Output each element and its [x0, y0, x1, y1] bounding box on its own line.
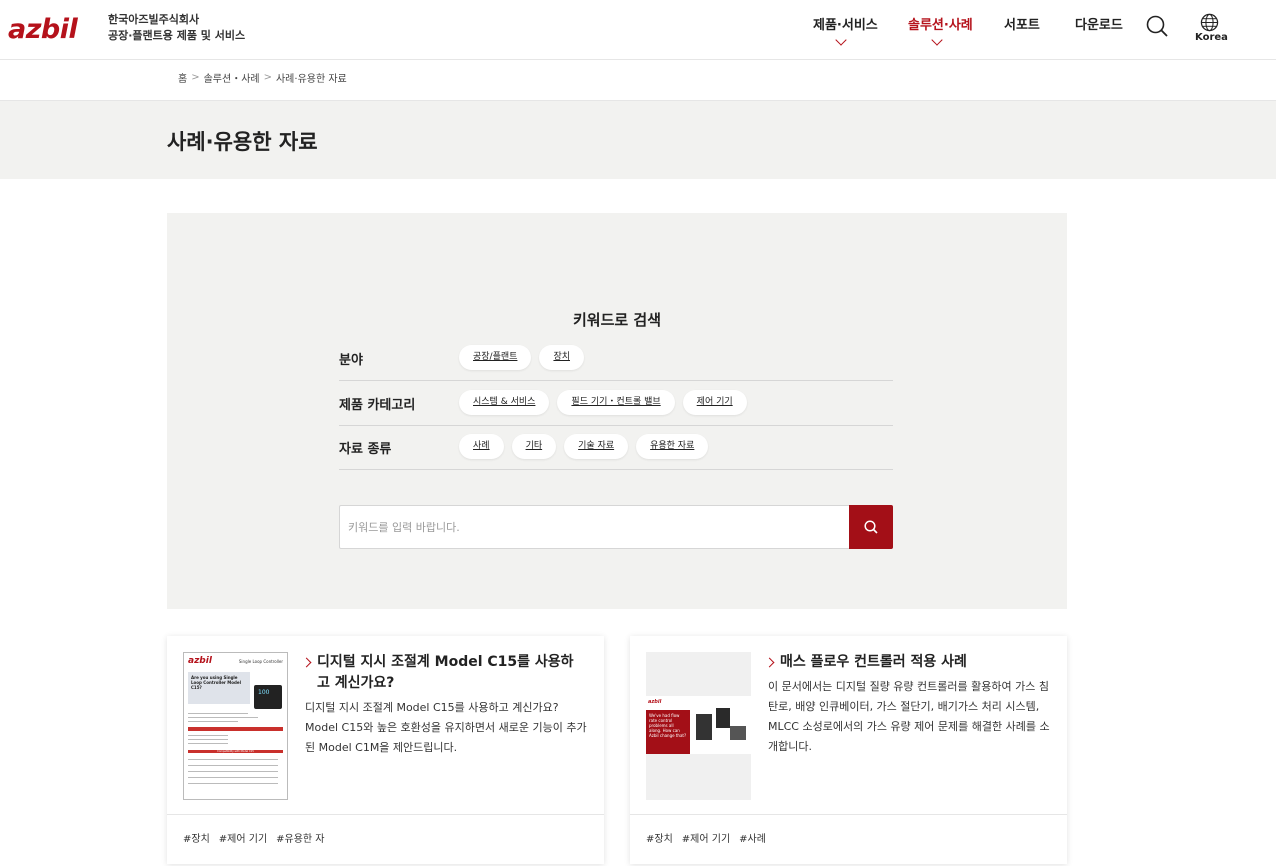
breadcrumb-solutions[interactable]: 솔루션・사례: [204, 70, 260, 85]
thumb-text-line: [188, 735, 228, 736]
card-tags: #장치 #제어 기기 #사례: [646, 830, 766, 845]
card-title[interactable]: 디지털 지시 조절계 Model C15를 사용하고 계신가요?: [303, 652, 583, 694]
tag[interactable]: #유용한 자: [276, 830, 324, 845]
chevron-right-icon: >: [263, 72, 272, 83]
controller-device-image: 100: [254, 685, 282, 709]
divider: [167, 814, 604, 815]
tag[interactable]: #장치: [183, 830, 210, 845]
language-label[interactable]: Korea: [1195, 32, 1228, 43]
thumb-text-line: [188, 713, 248, 714]
thumb-headline-box: Are you using Single Loop Controller Mod…: [188, 672, 250, 704]
chip-field-devices[interactable]: 필드 기기・컨트롤 밸브: [557, 390, 675, 415]
search-heading: 키워드로 검색: [572, 311, 662, 329]
nav-support[interactable]: 서포트: [1004, 14, 1040, 33]
divider: [630, 814, 1067, 815]
thumb-text-line: [188, 717, 258, 718]
thumb-logo: azbil: [188, 656, 212, 666]
search-icon[interactable]: [1146, 15, 1168, 37]
nav-download[interactable]: 다운로드: [1075, 14, 1123, 33]
card-thumbnail[interactable]: azbil Single Loop Controller Are you usi…: [183, 652, 288, 800]
flow-controller-image: [730, 726, 746, 740]
card-thumbnail[interactable]: azbil We've had flow rate control proble…: [646, 652, 751, 800]
card-description: 디지털 지시 조절계 Model C15를 사용하고 계신가요? Model C…: [305, 701, 587, 754]
company-tagline: 공장·플랜트용 제품 및 서비스: [108, 29, 246, 42]
thumb-text-line: [188, 759, 278, 760]
breadcrumb-current: 사례·유용한 자료: [275, 74, 347, 85]
resource-card[interactable]: azbil Single Loop Controller Are you usi…: [167, 636, 604, 864]
thumb-text-line: [188, 739, 228, 740]
chip-factory-plant[interactable]: 공장/플랜트: [459, 345, 532, 370]
company-info: 한국아즈빌주식회사 공장·플랜트용 제품 및 서비스: [108, 12, 245, 44]
chip-group: 시스템 & 서비스 필드 기기・컨트롤 밸브 제어 기기: [459, 390, 747, 415]
azbil-logo[interactable]: azbil: [8, 14, 78, 45]
chip-other[interactable]: 기타: [511, 434, 557, 459]
chip-systems-services[interactable]: 시스템 & 서비스: [459, 390, 550, 415]
filter-label: 분야: [339, 353, 363, 368]
chip-useful[interactable]: 유용한 자료: [636, 434, 709, 459]
search-icon: [864, 520, 878, 534]
thumb-page: azbil We've had flow rate control proble…: [646, 696, 751, 754]
chip-equipment[interactable]: 장치: [539, 345, 584, 370]
tag[interactable]: #사례: [739, 830, 766, 845]
breadcrumb-home[interactable]: 홈: [178, 70, 187, 85]
nav-products[interactable]: 제품·서비스: [813, 14, 878, 33]
chevron-down-icon: [835, 34, 847, 46]
globe-icon[interactable]: [1200, 13, 1219, 32]
page-title: 사례·유용한 자료: [167, 130, 318, 154]
breadcrumb: 홈 > 솔루션・사례 > 사례·유용한 자료: [178, 70, 347, 85]
thumb-text-line: [188, 783, 278, 784]
thumb-red-block: We've had flow rate control problems all…: [646, 710, 690, 754]
chevron-right-icon: >: [191, 72, 200, 83]
thumb-header: Single Loop Controller: [238, 659, 283, 664]
thumb-logo: azbil: [648, 699, 662, 705]
filter-label: 제품 카테고리: [339, 398, 416, 413]
resource-card[interactable]: azbil We've had flow rate control proble…: [630, 636, 1067, 864]
flow-controller-image: [716, 708, 730, 728]
keyword-search-panel: 키워드로 검색 분야 공장/플랜트 장치 제품 카테고리 시스템 & 서비스 필…: [167, 213, 1067, 609]
nav-solutions[interactable]: 솔루션·사례: [908, 14, 973, 33]
card-title[interactable]: 매스 플로우 컨트롤러 적용 사례: [766, 652, 1046, 673]
card-description: 이 문서에서는 디지털 질량 유량 컨트롤러를 활용하여 가스 침탄로, 배양 …: [768, 680, 1050, 753]
chip-technical[interactable]: 기술 자료: [564, 434, 629, 459]
chip-control-devices[interactable]: 제어 기기: [682, 390, 747, 415]
thumb-text-line: [188, 743, 228, 744]
thumb-text-line: [188, 771, 278, 772]
thumb-band-label: Compatibility with Model C15: [217, 750, 254, 753]
title-band: 사례·유용한 자료: [0, 101, 1276, 179]
thumb-device-display: 100: [258, 689, 270, 696]
site-header: azbil 한국아즈빌주식회사 공장·플랜트용 제품 및 서비스 제품·서비스 …: [0, 0, 1276, 60]
filter-row-category: 제품 카테고리 시스템 & 서비스 필드 기기・컨트롤 밸브 제어 기기: [339, 382, 893, 426]
search-button[interactable]: [849, 505, 893, 549]
tag[interactable]: #제어 기기: [219, 830, 267, 845]
chip-case[interactable]: 사례: [459, 434, 504, 459]
filter-row-type: 자료 종류 사례 기타 기술 자료 유용한 자료: [339, 426, 893, 470]
thumb-text-line: [188, 721, 238, 722]
filter-label: 자료 종류: [339, 442, 392, 457]
search-input[interactable]: [340, 506, 850, 548]
filter-row-field: 분야 공장/플랜트 장치: [339, 337, 893, 381]
card-tags: #장치 #제어 기기 #유용한 자: [183, 830, 325, 845]
flow-controller-image: [696, 714, 712, 740]
thumb-text-line: [188, 777, 278, 778]
chip-group: 사례 기타 기술 자료 유용한 자료: [459, 434, 709, 459]
chip-group: 공장/플랜트 장치: [459, 345, 584, 370]
thumb-red-band: [188, 727, 283, 731]
tag[interactable]: #장치: [646, 830, 673, 845]
company-name: 한국아즈빌주식회사: [108, 13, 200, 26]
thumb-text-line: [188, 765, 278, 766]
thumb-headline: Are you using Single Loop Controller Mod…: [191, 675, 241, 690]
chevron-down-icon: [931, 34, 943, 46]
tag[interactable]: #제어 기기: [682, 830, 730, 845]
thumb-red-band: Compatibility with Model C15: [188, 750, 283, 753]
search-box: [339, 505, 893, 549]
